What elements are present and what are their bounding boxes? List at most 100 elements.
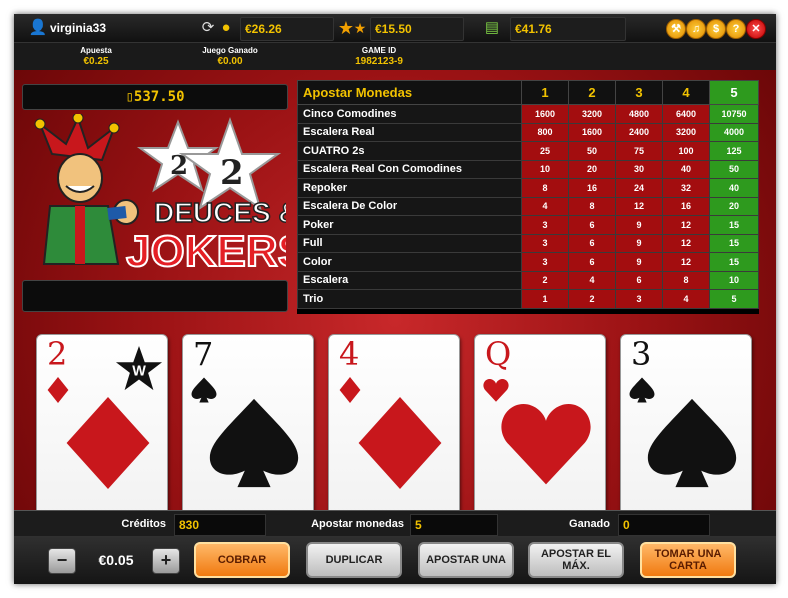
paytable-row: Escalera Real Con Comodines 10 20 30 40 50 (297, 159, 759, 179)
paytable-col-5-selected: 5 (709, 80, 759, 105)
tomar-carta-button[interactable]: TOMAR UNA CARTA (640, 542, 736, 578)
logo-jokers-text: JOKERS (126, 227, 286, 276)
status-bar: Créditos 830 Apostar monedas 5 Ganado 0 (14, 510, 776, 537)
logo-art: 2 2 DEUCES & JOKERS (34, 112, 308, 277)
paytable-payout-cell: 32 (662, 178, 710, 198)
paytable-payout-cell: 3200 (568, 104, 616, 124)
user-icon: 👤 (28, 19, 48, 36)
paytable-payout-cell: 3 (521, 215, 569, 235)
sound-icon[interactable]: ♫ (686, 19, 706, 39)
card-2-big-spade-icon (209, 398, 299, 488)
paytable-payout-cell: 4000 (709, 122, 759, 142)
paytable-payout-cell: 1600 (568, 122, 616, 142)
paytable-payout-cell: 10 (521, 159, 569, 179)
paytable-payout-cell: 1600 (521, 104, 569, 124)
paytable-payout-cell: 8 (568, 196, 616, 216)
coins-label: Apostar monedas (311, 518, 404, 530)
wrench-icon[interactable]: ⚒ (666, 19, 686, 39)
game-id-info: GAME ID 1982123-9 (304, 45, 454, 69)
won-status-label: Ganado (569, 518, 610, 530)
close-icon[interactable]: ✕ (746, 19, 766, 39)
bonus-balance: €15.50 (370, 17, 464, 41)
card-4[interactable]: Q (474, 334, 606, 520)
controls-bar: − €0.05 + COBRAR DUPLICAR APOSTAR UNA AP… (14, 536, 776, 584)
help-icon[interactable]: ? (726, 19, 746, 39)
message-bar (22, 280, 288, 312)
credits-label: Créditos (121, 518, 166, 530)
paytable-payout-cell: 6400 (662, 104, 710, 124)
paytable-payout-cell: 50 (568, 141, 616, 161)
paytable-row: CUATRO 2s 25 50 75 100 125 (297, 141, 759, 161)
paytable-payout-cell: 24 (615, 178, 663, 198)
paytable-payout-cell: 2 (521, 270, 569, 290)
credits-value: 830 (174, 514, 266, 536)
paytable-payout-cell: 800 (521, 122, 569, 142)
duplicar-button[interactable]: DUPLICAR (306, 542, 402, 578)
paytable-hand-name: Color (297, 252, 522, 272)
paytable-payout-cell: 40 (709, 178, 759, 198)
paytable-payout-cell: 20 (568, 159, 616, 179)
wild-label: W (132, 364, 146, 380)
paytable-payout-cell: 12 (662, 233, 710, 253)
paytable-payout-cell: 12 (662, 215, 710, 235)
jackpot-display: ▯537.50 (22, 84, 288, 110)
paytable-payout-cell: 50 (709, 159, 759, 179)
won-status-value: 0 (618, 514, 710, 536)
dollar-icon[interactable]: $ (706, 19, 726, 39)
paytable-payout-cell: 4 (662, 289, 710, 309)
paytable-payout-cell: 12 (662, 252, 710, 272)
card-3-big-diamond-icon (358, 397, 442, 489)
paytable-payout-cell: 100 (662, 141, 710, 161)
paytable-hand-name: Full (297, 233, 522, 253)
paytable-row: Escalera De Color 4 8 12 16 20 (297, 196, 759, 216)
cobrar-button[interactable]: COBRAR (194, 542, 290, 578)
paytable-payout-cell: 9 (615, 215, 663, 235)
increase-coin-button[interactable]: + (152, 548, 180, 574)
card-1[interactable]: 2 W (36, 334, 168, 520)
card-2[interactable]: 7 (182, 334, 314, 520)
refresh-icon[interactable]: ⟳ (198, 18, 218, 38)
apostar-max-button[interactable]: APOSTAR EL MÁX. (528, 542, 624, 578)
game-window: 👤 virginia33 ⟳ ● €26.26 ★ ★ €15.50 ▤ €41… (14, 14, 776, 584)
paytable-payout-cell: 16 (568, 178, 616, 198)
card-1-rank: 2 (47, 335, 68, 373)
paytable-hand-name: Escalera (297, 270, 522, 290)
paytable-row: Full 3 6 9 12 15 (297, 233, 759, 253)
paytable-payout-cell: 5 (709, 289, 759, 309)
paytable-payout-cell: 30 (615, 159, 663, 179)
card-3-rank: 4 (339, 335, 360, 373)
card-1-big-diamond-icon (66, 397, 150, 489)
paytable-payout-cell: 2 (568, 289, 616, 309)
paytable-payout-cell: 9 (615, 233, 663, 253)
bonus-star-icon-2: ★ (353, 20, 367, 36)
paytable-hand-name: CUATRO 2s (297, 141, 522, 161)
paytable-row: Repoker 8 16 24 32 40 (297, 178, 759, 198)
card-4-rank: Q (485, 335, 512, 373)
cash-balance: €26.26 (240, 17, 334, 41)
bet-info: Apuesta €0.25 (28, 45, 164, 69)
paytable-payout-cell: 3 (521, 252, 569, 272)
apostar-una-button[interactable]: APOSTAR UNA (418, 542, 514, 578)
paytable-hand-name: Repoker (297, 178, 522, 198)
paytable-header-title: Apostar Monedas (297, 80, 522, 105)
paytable-row: Cinco Comodines 1600 3200 4800 6400 10750 (297, 104, 759, 124)
paytable-hand-name: Escalera De Color (297, 196, 522, 216)
paytable-col-2: 2 (568, 80, 616, 105)
decrease-coin-button[interactable]: − (48, 548, 76, 574)
card-3[interactable]: 4 (328, 334, 460, 520)
logo-star-2b: 2 (220, 153, 244, 193)
paytable-payout-cell: 15 (709, 215, 759, 235)
paytable-col-1: 1 (521, 80, 569, 105)
bet-label: Apuesta (80, 46, 112, 55)
card-2-rank: 7 (193, 335, 214, 373)
paytable-payout-cell: 15 (709, 252, 759, 272)
paytable-payout-cell: 40 (662, 159, 710, 179)
logo-star-2a: 2 (170, 151, 188, 181)
jackpot-value: 537.50 (133, 89, 185, 105)
paytable-row: Trio 1 2 3 4 5 (297, 289, 759, 309)
card-5-rank: 3 (631, 335, 652, 373)
username: virginia33 (50, 21, 107, 35)
paytable-hand-name: Cinco Comodines (297, 104, 522, 124)
paytable-payout-cell: 3 (521, 233, 569, 253)
card-5[interactable]: 3 (620, 334, 752, 520)
